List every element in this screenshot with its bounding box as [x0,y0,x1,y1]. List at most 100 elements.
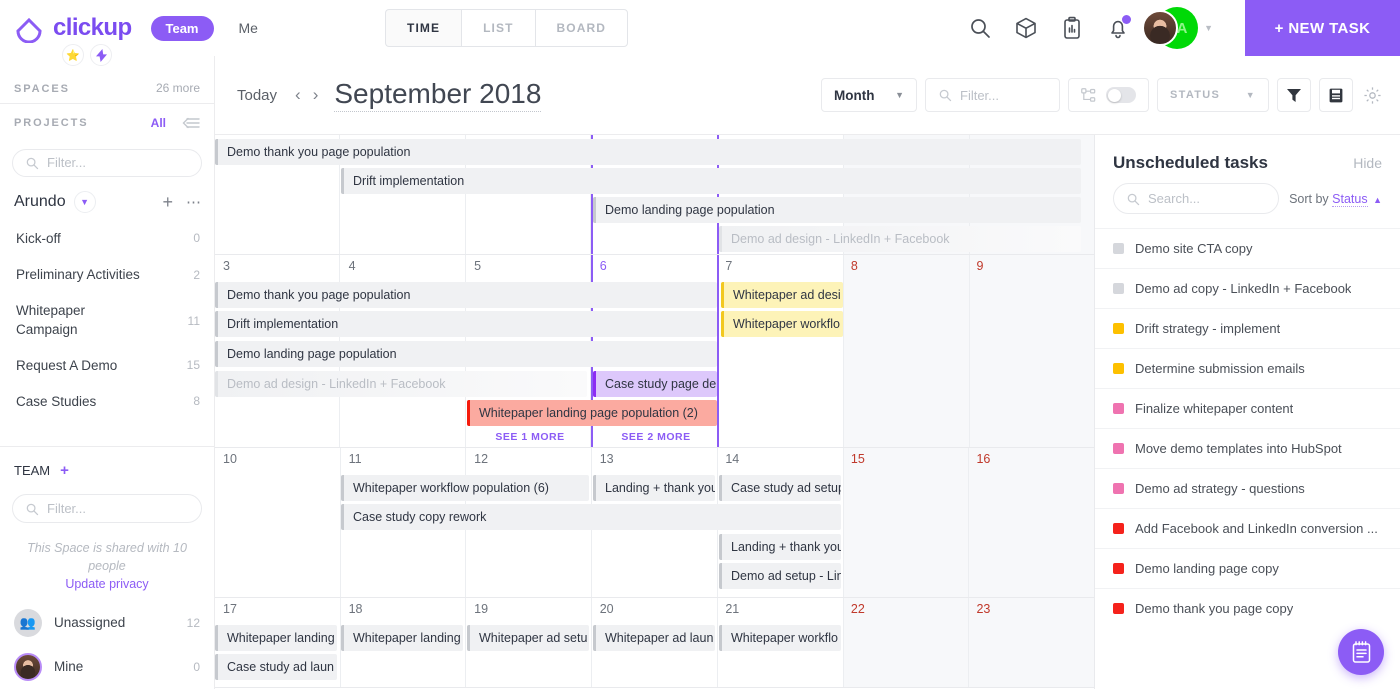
hide-panel-button[interactable]: Hide [1353,155,1382,171]
date-number[interactable]: 11 [341,448,467,470]
new-task-button[interactable]: + NEW TASK [1245,0,1400,56]
list-item[interactable]: Demo thank you page copy [1095,588,1400,628]
today-button[interactable]: Today [237,87,277,104]
list-item[interactable]: Move demo templates into HubSpot [1095,428,1400,468]
list-item[interactable]: Demo ad strategy - questions [1095,468,1400,508]
list-item[interactable]: Add Facebook and LinkedIn conversion ... [1095,508,1400,548]
notepad-fab-button[interactable] [1338,629,1384,675]
calendar-event[interactable]: Case study copy rework [341,504,841,530]
date-number[interactable]: 17 [215,598,341,620]
date-number[interactable]: 19 [466,598,592,620]
calendar-filter-input[interactable]: Filter... [925,78,1060,112]
gear-icon[interactable] [1361,86,1382,105]
sort-by-control[interactable]: Sort by Status ▲ [1289,191,1382,207]
calendar-event[interactable]: Demo thank you page population [215,282,717,308]
search-icon[interactable] [968,16,992,40]
date-number[interactable]: 5 [466,255,592,277]
user-avatar-group[interactable]: A ▼ [1142,7,1213,49]
date-number[interactable]: 12 [466,448,592,470]
calendar-event[interactable]: Demo ad design - LinkedIn + Facebook [719,226,1081,252]
calendar-event[interactable]: Whitepaper workflow population (6) [341,475,589,501]
chevron-down-icon[interactable]: ▼ [73,191,96,214]
calendar-grid[interactable]: Demo thank you page population Drift imp… [215,135,1095,689]
tab-time[interactable]: TIME [385,9,462,47]
date-number-weekend[interactable]: 22 [843,598,969,620]
bell-icon[interactable] [1106,15,1132,40]
space-more-options-button[interactable]: ⋯ [186,193,202,211]
date-number-weekend[interactable]: 16 [968,448,1094,470]
list-item[interactable]: Finalize whitepaper content [1095,388,1400,428]
calendar-event[interactable]: Whitepaper ad setu [467,625,589,651]
spaces-more-link[interactable]: 26 more [156,81,200,95]
calendar-event[interactable]: Whitepaper ad desi [721,282,843,308]
list-item[interactable]: Drift strategy - implement [1095,308,1400,348]
me-toggle[interactable]: Me [239,20,258,36]
calendar-event[interactable]: Case study page de [593,371,717,397]
calendar-event[interactable]: Demo ad design - LinkedIn + Facebook [215,371,587,397]
sidebar-item-whitepaper-campaign[interactable]: Whitepaper Campaign 11 [0,293,214,347]
subtasks-toggle[interactable] [1106,87,1136,103]
list-item[interactable]: Demo ad copy - LinkedIn + Facebook [1095,268,1400,308]
clipboard-icon[interactable] [1060,16,1084,40]
sidebar-item-preliminary-activities[interactable]: Preliminary Activities 2 [0,257,214,293]
brand-name[interactable]: clickup [53,14,132,42]
save-view-button[interactable] [1319,78,1353,112]
sidebar-item-request-a-demo[interactable]: Request A Demo 15 [0,348,214,384]
add-member-button[interactable]: + [60,462,69,479]
calendar-event[interactable]: Case study ad laun [215,654,337,680]
sort-ascending-icon[interactable]: ▲ [1373,195,1382,205]
page-title[interactable]: September 2018 [334,78,542,113]
team-toggle[interactable]: Team [150,15,214,41]
calendar-event[interactable]: Demo thank you page population [215,139,1081,165]
date-number-today[interactable]: 6 [592,255,718,277]
date-number[interactable]: 13 [592,448,718,470]
list-item[interactable]: Demo landing page copy [1095,548,1400,588]
sidebar-item-case-studies[interactable]: Case Studies 8 [0,384,214,420]
subtasks-toggle-group[interactable] [1068,78,1149,112]
calendar-event[interactable]: Demo ad setup - Lin [719,563,841,589]
calendar-event[interactable]: Whitepaper ad laun [593,625,715,651]
calendar-event[interactable]: Whitepaper workflo [721,311,843,337]
tab-board[interactable]: BOARD [534,9,629,47]
lightning-icon[interactable] [90,44,112,66]
calendar-event[interactable]: Landing + thank you [719,534,841,560]
member-row-unassigned[interactable]: 👥 Unassigned 12 [0,601,214,645]
calendar-event[interactable]: Whitepaper landing [215,625,337,651]
calendar-event[interactable]: Landing + thank you [593,475,715,501]
unscheduled-search-input[interactable]: Search... [1113,183,1280,214]
chevron-down-icon[interactable]: ▼ [1204,23,1213,33]
calendar-event[interactable]: Demo landing page population [215,341,717,367]
collapse-sidebar-icon[interactable] [182,117,200,129]
filter-button[interactable] [1277,78,1311,112]
box-icon[interactable] [1014,16,1038,40]
clickup-logo-icon[interactable] [14,13,44,43]
date-number-weekend[interactable]: 9 [968,255,1094,277]
status-select[interactable]: STATUS ▼ [1157,78,1269,112]
date-number[interactable]: 20 [592,598,718,620]
sidebar-item-kick-off[interactable]: Kick-off 0 [0,221,214,257]
next-month-button[interactable]: › [307,85,325,105]
list-item[interactable]: Determine submission emails [1095,348,1400,388]
update-privacy-link[interactable]: Update privacy [0,577,214,601]
calendar-event[interactable]: Case study ad setup [719,475,841,501]
calendar-event[interactable]: Drift implementation [341,168,1081,194]
calendar-event[interactable]: Whitepaper landing [341,625,463,651]
list-item[interactable]: Demo site CTA copy [1095,228,1400,268]
calendar-event[interactable]: Whitepaper workflo [719,625,841,651]
date-number-weekend[interactable]: 15 [843,448,969,470]
date-number-weekend[interactable]: 23 [968,598,1094,620]
date-number[interactable]: 4 [341,255,467,277]
date-number[interactable]: 14 [717,448,843,470]
date-number[interactable]: 7 [717,255,843,277]
prev-month-button[interactable]: ‹ [289,85,307,105]
team-filter-input[interactable]: Filter... [12,494,202,523]
date-number[interactable]: 18 [341,598,467,620]
projects-filter-input[interactable]: Filter... [12,148,202,178]
calendar-event[interactable]: Demo landing page population [593,197,1081,223]
view-mode-select[interactable]: Month ▼ [821,78,917,112]
projects-all-filter[interactable]: All [151,116,166,130]
date-number[interactable]: 3 [215,255,341,277]
space-row-arundo[interactable]: Arundo ▼ + ⋯ [0,187,214,221]
date-number-weekend[interactable]: 8 [843,255,969,277]
date-number[interactable]: 21 [717,598,843,620]
